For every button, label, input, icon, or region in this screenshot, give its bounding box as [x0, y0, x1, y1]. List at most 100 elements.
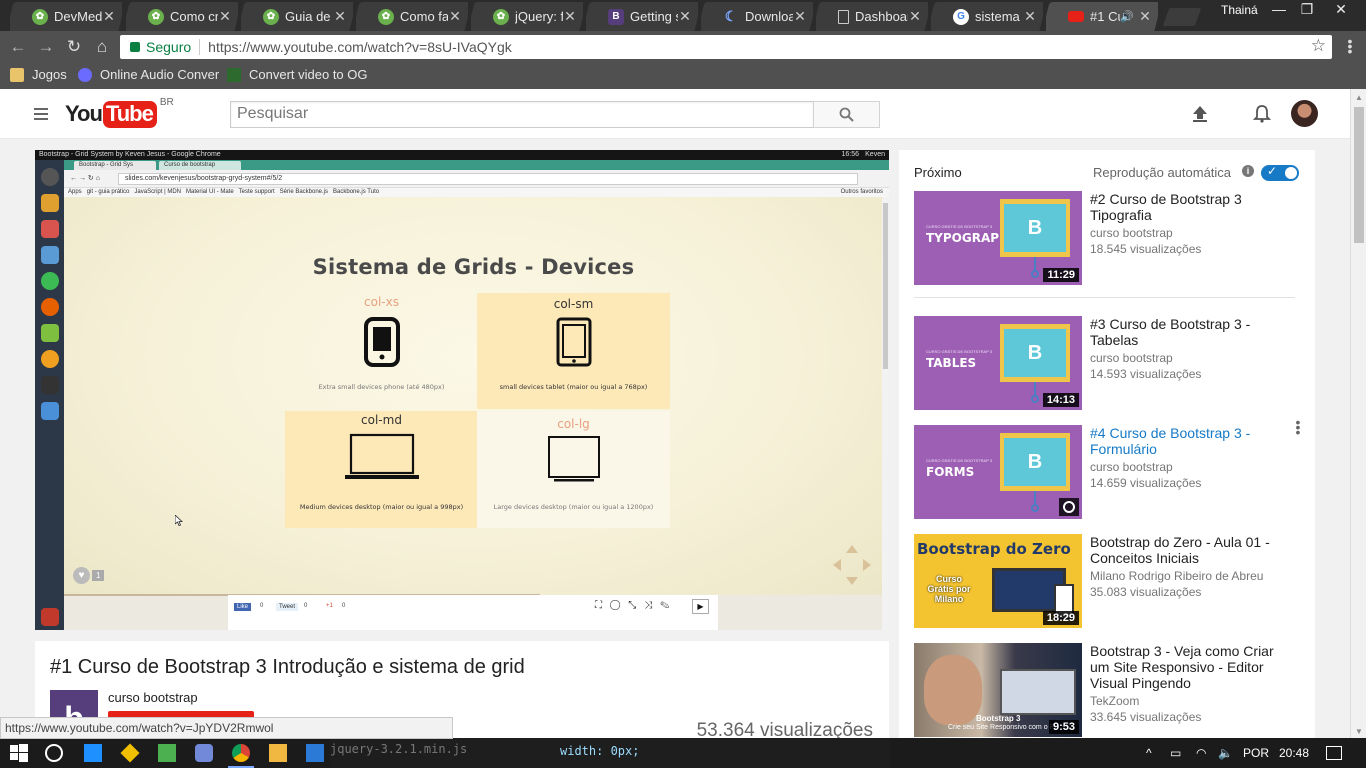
more-actions-icon[interactable]: • • •	[1295, 415, 1301, 439]
browser-menu-icon[interactable]: • • •	[1340, 34, 1360, 58]
close-tab-icon[interactable]: ✕	[1023, 8, 1037, 25]
search-input[interactable]: Pesquisar	[230, 101, 814, 128]
channel-name[interactable]: curso bootstrap	[108, 690, 198, 705]
scroll-down-icon[interactable]: ▼	[1355, 727, 1363, 736]
close-tab-icon[interactable]: ✕	[908, 8, 922, 25]
related-video[interactable]: CURSO GRÁTIS DE BOOTSTRAP 3 TABLES B 14:…	[914, 316, 1304, 410]
close-tab-icon[interactable]: ✕	[333, 8, 347, 25]
heart-icon: ♥	[73, 567, 90, 584]
close-window-button[interactable]: ✕	[1326, 0, 1356, 20]
related-video[interactable]: Bootstrap do Zero Curso Grátis por Milan…	[914, 534, 1304, 628]
taskbar-app-icon[interactable]	[84, 744, 102, 762]
input-language[interactable]: POR	[1243, 746, 1269, 760]
close-tab-icon[interactable]: ✕	[102, 8, 116, 25]
bookmark-star-icon[interactable]: ☆	[1311, 36, 1326, 56]
launcher-firefox-icon	[41, 298, 59, 316]
back-icon[interactable]: ←	[7, 36, 29, 58]
browser-tab[interactable]: Gsistema d✕	[931, 2, 1043, 31]
related-video[interactable]: CURSO GRÁTIS DE BOOTSTRAP 3 FORMS B #4 C…	[914, 425, 1304, 519]
taskbar-discord-icon[interactable]	[195, 744, 213, 762]
action-center-icon[interactable]	[1326, 746, 1342, 760]
home-icon[interactable]: ⌂	[91, 36, 113, 58]
clock[interactable]: 20:48	[1279, 746, 1309, 760]
related-video-title[interactable]: Bootstrap do Zero - Aula 01 - Conceitos …	[1090, 534, 1290, 566]
video-player[interactable]: Bootstrap - Grid System by Keven Jesus -…	[35, 150, 889, 630]
browser-tab[interactable]: ✿Como faze✕	[356, 2, 468, 31]
taskbar-photos-icon[interactable]	[158, 744, 176, 762]
maximize-button[interactable]: ❐	[1292, 0, 1322, 20]
close-tab-icon[interactable]: ✕	[793, 8, 807, 25]
related-video[interactable]: Bootstrap 3 Crie seu Site Responsivo com…	[914, 643, 1304, 737]
video-thumbnail[interactable]: CURSO GRÁTIS DE BOOTSTRAP 3 TABLES B 14:…	[914, 316, 1082, 410]
slide-nav-arrows-icon[interactable]	[833, 545, 871, 585]
slide-like-button[interactable]: ♥ 1	[73, 567, 105, 584]
battery-icon[interactable]: ▭	[1170, 746, 1181, 760]
close-tab-icon[interactable]: ✕	[218, 8, 232, 25]
autoplay-label: Reprodução automática	[1093, 165, 1232, 180]
video-thumbnail[interactable]: CURSO GRÁTIS DE BOOTSTRAP 3 TYPOGRAPHY B…	[914, 191, 1082, 285]
audio-playing-icon[interactable]: 🔊	[1120, 10, 1134, 23]
page-scrollbar[interactable]: ▲ ▼	[1350, 89, 1366, 740]
reload-icon[interactable]: ↻	[63, 36, 85, 58]
browser-tab[interactable]: ✿jQuery: fu✕	[471, 2, 583, 31]
taskbar-vscode-icon[interactable]	[306, 744, 324, 762]
close-tab-icon[interactable]: ✕	[563, 8, 577, 25]
url-text[interactable]: https://www.youtube.com/watch?v=8sU-IVaQ…	[208, 39, 512, 55]
close-tab-icon[interactable]: ✕	[448, 8, 462, 25]
browser-tab-active[interactable]: #1 Cur🔊✕	[1046, 2, 1158, 31]
related-video-channel: curso bootstrap	[1090, 460, 1173, 474]
whiteboard-icon: B	[1000, 433, 1070, 512]
video-converter-icon	[227, 67, 241, 82]
minimize-button[interactable]: —	[1264, 0, 1294, 20]
youtube-logo[interactable]: You Tube BR	[65, 97, 174, 129]
browser-tab[interactable]: Dashboard✕	[816, 2, 928, 31]
upload-icon[interactable]	[1192, 106, 1208, 122]
related-video-title[interactable]: Bootstrap 3 - Veja como Criar um Site Re…	[1090, 643, 1290, 691]
taskbar-chrome-icon[interactable]	[232, 744, 250, 762]
new-tab-button[interactable]	[1162, 8, 1202, 26]
close-tab-icon[interactable]: ✕	[678, 8, 692, 25]
related-video-title[interactable]: #4 Curso de Bootstrap 3 - Formulário	[1090, 425, 1290, 457]
browser-tab[interactable]: ✿DevMedia✕	[10, 2, 122, 31]
related-video[interactable]: CURSO GRÁTIS DE BOOTSTRAP 3 TYPOGRAPHY B…	[914, 191, 1304, 285]
address-bar[interactable]: Seguro https://www.youtube.com/watch?v=8…	[120, 35, 1332, 59]
secure-label: Seguro	[146, 39, 192, 55]
cortana-icon[interactable]	[45, 744, 63, 762]
launcher-home-icon	[41, 168, 59, 186]
windows-start-icon[interactable]	[10, 744, 28, 762]
profile-name[interactable]: Thainá	[1221, 3, 1258, 17]
info-icon[interactable]: i	[1242, 165, 1254, 177]
taskbar-git-icon[interactable]	[120, 743, 140, 763]
user-avatar[interactable]	[1291, 100, 1318, 127]
presenter-face	[924, 655, 982, 725]
browser-tab[interactable]: ✿Como cria✕	[126, 2, 238, 31]
close-tab-icon[interactable]: ✕	[1138, 8, 1152, 25]
related-video-title[interactable]: #2 Curso de Bootstrap 3 Tipografia	[1090, 191, 1290, 223]
search-button[interactable]	[813, 101, 880, 128]
scrollbar-thumb[interactable]	[1354, 107, 1364, 243]
scroll-up-icon[interactable]: ▲	[1355, 93, 1363, 102]
notifications-bell-icon[interactable]	[1253, 105, 1271, 123]
browser-tab[interactable]: BGetting st✕	[586, 2, 698, 31]
volume-icon[interactable]: 🔈	[1218, 746, 1233, 760]
video-thumbnail[interactable]: Bootstrap do Zero Curso Grátis por Milan…	[914, 534, 1082, 628]
taskbar-explorer-icon[interactable]	[269, 744, 287, 762]
grid-cell-xs: col-xs Extra small devices phone (até 48…	[318, 295, 445, 391]
tweet-button: Tweet	[276, 603, 299, 611]
video-thumbnail[interactable]: Bootstrap 3 Crie seu Site Responsivo com…	[914, 643, 1082, 737]
video-thumbnail[interactable]: CURSO GRÁTIS DE BOOTSTRAP 3 FORMS B	[914, 425, 1082, 519]
bookmark-item[interactable]: Online Audio Conver	[78, 67, 219, 82]
browser-tab[interactable]: ☾Download✕	[701, 2, 813, 31]
watch-later-icon[interactable]	[1059, 498, 1079, 516]
show-hidden-icons[interactable]: ^	[1146, 746, 1152, 760]
wifi-icon[interactable]: ◠	[1196, 746, 1206, 760]
guide-menu-icon[interactable]	[34, 108, 48, 120]
related-video-title[interactable]: #3 Curso de Bootstrap 3 - Tabelas	[1090, 316, 1290, 348]
bookmark-item[interactable]: Convert video to OG	[227, 67, 368, 82]
browser-tab[interactable]: ✿Guia de R✕	[241, 2, 353, 31]
bookmarks-bar: Jogos Online Audio Conver Convert video …	[0, 62, 1366, 89]
bookmark-folder[interactable]: Jogos	[10, 67, 67, 82]
forward-icon[interactable]: →	[35, 36, 57, 58]
autoplay-toggle[interactable]: ✓	[1261, 164, 1299, 181]
related-video-views: 33.645 visualizações	[1090, 710, 1202, 724]
